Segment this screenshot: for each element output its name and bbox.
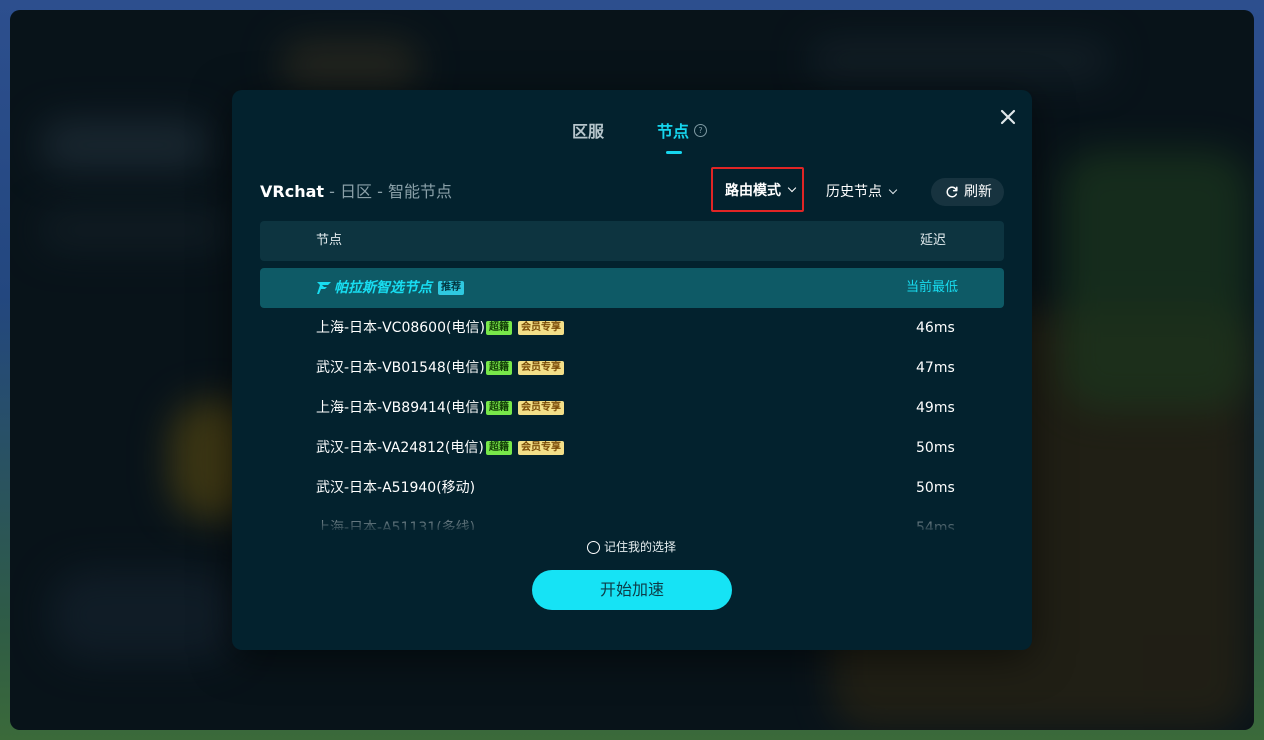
refresh-icon bbox=[946, 186, 958, 198]
node-latency: 49ms bbox=[916, 400, 955, 416]
column-header-latency: 延迟 bbox=[920, 233, 947, 248]
node-table-header: 节点 延迟 bbox=[260, 221, 1004, 261]
node-latency: 50ms bbox=[916, 480, 955, 496]
member-badge: 会员专享 bbox=[518, 321, 564, 335]
node-name: 武汉-日本-VB01548(电信) bbox=[316, 360, 485, 376]
node-row[interactable]: 武汉-日本-A51940(移动) 50ms bbox=[260, 468, 1004, 508]
title-separator: - bbox=[324, 182, 340, 201]
start-acceleration-button[interactable]: 开始加速 bbox=[532, 570, 732, 610]
node-select-dialog: 区服 节点 ? VRchat - 日区 - 智能节点 路由模式 历史节点 刷新 … bbox=[232, 90, 1032, 650]
node-name: 帕拉斯智选节点 bbox=[334, 280, 432, 296]
node-latency: 50ms bbox=[916, 440, 955, 456]
node-name: 上海-日本-A51131(多线) bbox=[316, 520, 476, 530]
node-list[interactable]: 帕拉斯智选节点 推荐 当前最低 上海-日本-VC08600(电信) 超籍 会员专… bbox=[260, 268, 1004, 530]
super-badge: 超籍 bbox=[486, 361, 512, 375]
active-tab-indicator bbox=[666, 151, 682, 154]
chevron-down-icon bbox=[787, 183, 797, 193]
game-name: VRchat bbox=[260, 182, 325, 201]
tab-nodes[interactable]: 节点 bbox=[657, 120, 689, 144]
title-separator: - bbox=[372, 182, 388, 201]
chevron-down-icon bbox=[888, 185, 898, 195]
history-nodes-dropdown[interactable]: 历史节点 bbox=[826, 180, 898, 204]
node-row[interactable]: 武汉-日本-VA24812(电信) 超籍 会员专享 50ms bbox=[260, 428, 1004, 468]
super-badge: 超籍 bbox=[486, 401, 512, 415]
remember-choice-label: 记住我的选择 bbox=[604, 540, 677, 554]
node-row-smart[interactable]: 帕拉斯智选节点 推荐 当前最低 bbox=[260, 268, 1004, 308]
plane-icon bbox=[317, 282, 331, 294]
node-latency: 当前最低 bbox=[906, 280, 959, 295]
radio-icon[interactable] bbox=[587, 541, 600, 554]
tab-region[interactable]: 区服 bbox=[572, 120, 604, 144]
node-name: 武汉-日本-VA24812(电信) bbox=[316, 440, 484, 456]
dialog-title: VRchat - 日区 - 智能节点 bbox=[260, 180, 452, 204]
super-badge: 超籍 bbox=[486, 321, 512, 335]
node-latency: 46ms bbox=[916, 320, 955, 336]
recommend-badge: 推荐 bbox=[438, 281, 464, 295]
history-nodes-label: 历史节点 bbox=[826, 184, 882, 200]
column-header-node: 节点 bbox=[316, 233, 343, 248]
node-mode: 智能节点 bbox=[387, 182, 452, 201]
node-row[interactable]: 武汉-日本-VB01548(电信) 超籍 会员专享 47ms bbox=[260, 348, 1004, 388]
node-latency: 47ms bbox=[916, 360, 955, 376]
region-name: 日区 bbox=[339, 182, 372, 201]
member-badge: 会员专享 bbox=[518, 361, 564, 375]
node-latency: 54ms bbox=[916, 520, 955, 530]
node-row[interactable]: 上海-日本-VB89414(电信) 超籍 会员专享 49ms bbox=[260, 388, 1004, 428]
node-name: 上海-日本-VB89414(电信) bbox=[316, 400, 485, 416]
route-mode-dropdown[interactable]: 路由模式 bbox=[711, 167, 804, 212]
node-row[interactable]: 上海-日本-A51131(多线) 54ms bbox=[260, 508, 1004, 530]
route-mode-label: 路由模式 bbox=[725, 183, 781, 199]
close-icon[interactable] bbox=[996, 105, 1020, 129]
node-name: 上海-日本-VC08600(电信) bbox=[316, 320, 485, 336]
member-badge: 会员专享 bbox=[518, 401, 564, 415]
node-row[interactable]: 上海-日本-VC08600(电信) 超籍 会员专享 46ms bbox=[260, 308, 1004, 348]
node-name: 武汉-日本-A51940(移动) bbox=[316, 480, 476, 496]
refresh-button[interactable]: 刷新 bbox=[931, 178, 1004, 206]
member-badge: 会员专享 bbox=[518, 441, 564, 455]
super-badge: 超籍 bbox=[486, 441, 512, 455]
refresh-label: 刷新 bbox=[964, 184, 992, 200]
help-icon[interactable]: ? bbox=[694, 124, 707, 137]
